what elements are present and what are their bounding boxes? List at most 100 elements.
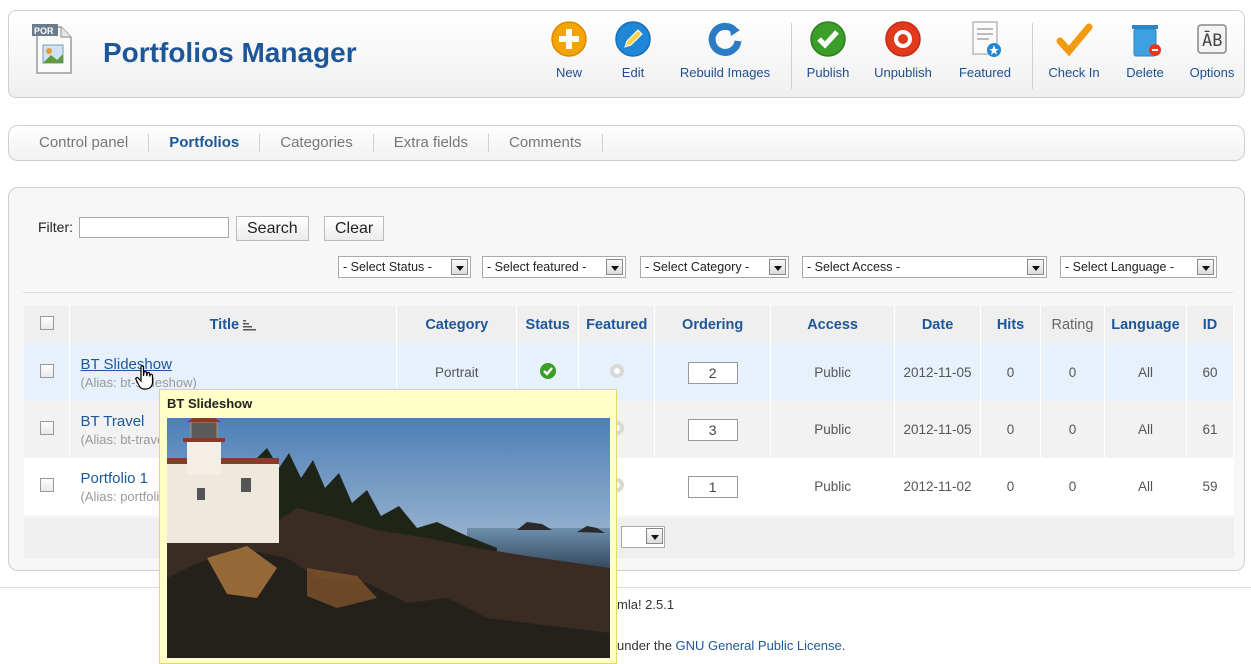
- filter-divider: [23, 292, 1233, 293]
- publish-button[interactable]: Publish: [805, 19, 851, 91]
- column-hits[interactable]: Hits: [980, 306, 1041, 344]
- chevron-down-icon: [1197, 259, 1214, 275]
- tab-comments[interactable]: Comments: [489, 134, 603, 152]
- select-category[interactable]: - Select Category -: [640, 256, 789, 278]
- select-language[interactable]: - Select Language -: [1060, 256, 1217, 278]
- options-button[interactable]: ĀB Options: [1185, 19, 1239, 91]
- sort-icon: [243, 319, 257, 331]
- column-ordering[interactable]: Ordering: [654, 306, 772, 344]
- ordering-input[interactable]: 2: [687, 361, 738, 384]
- new-button[interactable]: New: [549, 19, 589, 91]
- image-preview-tooltip: BT Slideshow: [159, 389, 617, 664]
- clear-button[interactable]: Clear: [324, 216, 385, 241]
- featured-label: Featured: [958, 65, 1012, 80]
- toolbar-separator: [1032, 23, 1033, 89]
- plus-icon: [551, 21, 587, 57]
- publish-label: Publish: [806, 65, 850, 80]
- not-featured-icon[interactable]: [609, 363, 625, 379]
- column-rating[interactable]: Rating: [1040, 306, 1105, 344]
- tab-extra-fields[interactable]: Extra fields: [374, 134, 489, 152]
- rebuild-images-button[interactable]: Rebuild Images: [677, 19, 773, 91]
- checkmark-icon: [1056, 23, 1093, 57]
- toolbar: POR Portfolios Manager New Edit Rebuild …: [8, 10, 1245, 98]
- tab-control-panel[interactable]: Control panel: [19, 134, 150, 152]
- chevron-down-icon: [451, 259, 468, 275]
- column-featured[interactable]: Featured: [578, 306, 656, 344]
- pencil-icon: [615, 21, 651, 57]
- submenu-tabs: Control panel Portfolios Categories Extr…: [8, 125, 1245, 161]
- delete-label: Delete: [1126, 65, 1164, 80]
- row-checkbox[interactable]: [39, 421, 54, 435]
- license-text: under the GNU General Public License.: [617, 638, 845, 653]
- published-icon[interactable]: [539, 362, 557, 380]
- stop-circle-icon: [885, 21, 921, 57]
- language-cell: All: [1104, 401, 1187, 458]
- delete-button[interactable]: Delete: [1123, 19, 1167, 91]
- rebuild-images-label: Rebuild Images: [679, 65, 771, 80]
- select-status[interactable]: - Select Status -: [338, 256, 471, 278]
- rating-cell: 0: [1040, 401, 1105, 458]
- select-featured[interactable]: - Select featured -: [482, 256, 626, 278]
- filter-label: Filter:: [38, 219, 73, 235]
- page-title: Portfolios Manager: [103, 37, 357, 68]
- options-label: Options: [1189, 65, 1235, 80]
- ordering-cell: 1: [654, 458, 772, 515]
- svg-text:ĀB: ĀB: [1202, 29, 1222, 51]
- column-status[interactable]: Status: [516, 306, 580, 344]
- id-cell: 60: [1186, 344, 1235, 401]
- portfolio-app-icon: POR: [32, 24, 72, 74]
- tooltip-title: BT Slideshow: [167, 396, 253, 411]
- table-header-row: Title Category Status Featured Ordering …: [24, 306, 1235, 344]
- rating-cell: 0: [1040, 458, 1105, 515]
- row-checkbox-cell: [24, 401, 71, 458]
- unpublish-button[interactable]: Unpublish: [871, 19, 935, 91]
- column-title-label: Title: [209, 317, 240, 333]
- unpublish-label: Unpublish: [874, 65, 932, 80]
- search-button[interactable]: Search: [236, 216, 309, 241]
- select-access-value: - Select Access -: [807, 260, 901, 274]
- hits-cell: 0: [980, 458, 1041, 515]
- select-all-checkbox[interactable]: [39, 316, 54, 330]
- ordering-input[interactable]: 1: [687, 475, 738, 498]
- list-limit-dropdown: [643, 528, 663, 546]
- access-cell: Public: [770, 344, 896, 401]
- ordering-input[interactable]: 3: [687, 418, 738, 441]
- id-cell: 59: [1186, 458, 1235, 515]
- row-checkbox[interactable]: [39, 364, 54, 378]
- column-category[interactable]: Category: [396, 306, 518, 344]
- date-cell: 2012-11-05: [894, 344, 982, 401]
- tab-portfolios[interactable]: Portfolios: [149, 134, 261, 152]
- filter-input[interactable]: [79, 217, 229, 238]
- item-title-link[interactable]: BT Slideshow: [80, 356, 396, 373]
- id-cell: 61: [1186, 401, 1235, 458]
- check-in-label: Check In: [1048, 65, 1100, 80]
- column-id[interactable]: ID: [1186, 306, 1235, 344]
- edit-button[interactable]: Edit: [613, 19, 653, 91]
- column-language[interactable]: Language: [1104, 306, 1187, 344]
- toolbar-separator: [791, 23, 792, 89]
- powered-by-text: mla! 2.5.1: [617, 597, 675, 612]
- date-cell: 2012-11-02: [894, 458, 982, 515]
- column-title[interactable]: Title: [69, 306, 398, 344]
- hand-cursor-icon: [135, 365, 154, 390]
- hits-cell: 0: [980, 344, 1041, 401]
- date-cell: 2012-11-05: [894, 401, 982, 458]
- select-access[interactable]: - Select Access -: [802, 256, 1047, 278]
- column-date[interactable]: Date: [894, 306, 982, 344]
- item-alias: (Alias: bt-slideshow): [80, 374, 197, 390]
- gnu-license-link[interactable]: GNU General Public License: [676, 638, 842, 653]
- list-limit-select[interactable]: [621, 526, 665, 548]
- column-access[interactable]: Access: [770, 306, 896, 344]
- access-cell: Public: [770, 458, 896, 515]
- row-checkbox-cell: [24, 344, 71, 401]
- chevron-down-icon: [769, 259, 786, 275]
- svg-text:POR: POR: [34, 26, 54, 36]
- featured-doc-icon: [972, 21, 1001, 57]
- check-in-button[interactable]: Check In: [1045, 19, 1103, 91]
- row-checkbox[interactable]: [39, 478, 54, 492]
- select-all-cell: [24, 306, 71, 344]
- tab-categories[interactable]: Categories: [260, 134, 374, 152]
- hits-cell: 0: [980, 401, 1041, 458]
- select-featured-value: - Select featured -: [487, 260, 587, 274]
- featured-button[interactable]: Featured: [955, 19, 1015, 91]
